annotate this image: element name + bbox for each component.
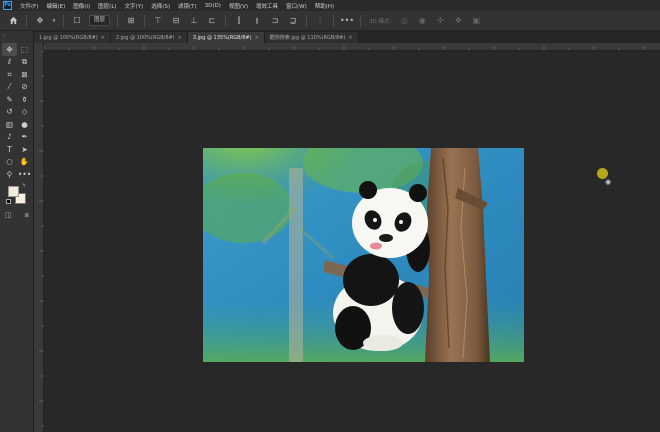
tab-label: 酷狗搜索.jpg @ 110%(RGB/8#)	[269, 35, 346, 41]
menu-image[interactable]: 图像(I)	[69, 2, 94, 10]
separator	[144, 14, 146, 27]
type-tool-icon[interactable]: T	[2, 143, 17, 156]
tab-label: 1.jpg @ 100%(RGB/8#)	[39, 34, 98, 41]
tools-grid: ✥ ⬚ ℓ ⧉ ⌗ ⊠ ⁄ ⊘ ✎ ⚱ ↺ ◇ ▥ ● ♪ ✒ T ➤ ○ ✋ …	[2, 43, 32, 181]
tab-3-jpg[interactable]: 3.jpg @ 135%(RGB/8#) ×	[187, 32, 265, 43]
close-icon[interactable]: ×	[255, 35, 259, 41]
options-bar: ✥ ▾ ☐ 图层 ⊞ ⊤ ⊟ ⊥ ⊏ ⫿ ⫾ ⊐ ⊒ ⫶ ••• 3D 模式: …	[0, 11, 660, 31]
tab-label: 3.jpg @ 135%(RGB/8#)	[192, 34, 252, 41]
separator	[117, 14, 119, 27]
move-icon[interactable]: ✥	[33, 14, 47, 28]
healing-brush-tool-icon[interactable]: ⊘	[17, 81, 32, 94]
tab-1-jpg[interactable]: 1.jpg @ 100%(RGB/8#) ×	[34, 32, 111, 43]
gradient-tool-icon[interactable]: ▥	[2, 118, 17, 131]
menu-filter[interactable]: 滤镜(T)	[174, 2, 201, 10]
object-select-tool-icon[interactable]: ⧉	[17, 56, 32, 69]
zoom-tool-icon[interactable]: ⚲	[2, 168, 17, 181]
vertical-ruler[interactable]	[34, 43, 44, 432]
pen-tool-icon[interactable]: ✒	[17, 131, 32, 144]
menu-bar: Ps 文件(F) 编辑(E) 图像(I) 图层(L) 文字(Y) 选择(S) 滤…	[0, 0, 660, 11]
auto-select-checkbox-icon[interactable]: ☐	[70, 14, 84, 28]
tab-label: 2.jpg @ 100%(RGB/8#)	[115, 34, 175, 41]
separator	[26, 14, 27, 27]
photoshop-logo: Ps	[3, 1, 12, 10]
ruler-ticks	[39, 51, 44, 427]
separator	[333, 14, 335, 27]
auto-select-dropdown[interactable]: 图层	[89, 15, 111, 26]
swap-colors-icon[interactable]: ↰	[22, 183, 26, 189]
3d-pan-icon[interactable]: ✣	[433, 14, 447, 28]
menu-file[interactable]: 文件(F)	[16, 2, 42, 10]
menu-help[interactable]: 帮助(H)	[311, 2, 338, 10]
separator	[63, 14, 64, 27]
brush-tool-icon[interactable]: ✎	[2, 93, 17, 106]
ellipse-tool-icon[interactable]: ○	[2, 156, 17, 169]
more-tools-icon[interactable]: •••	[17, 168, 32, 181]
quick-mask-row: ◫ ⧈	[5, 211, 29, 220]
align-right-icon[interactable]: ⊒	[286, 14, 300, 28]
marquee-tool-icon[interactable]: ⬚	[17, 43, 32, 56]
cursor-eye-icon: ◉	[605, 178, 612, 186]
separator	[225, 14, 227, 27]
crop-tool-icon[interactable]: ⌗	[2, 68, 17, 81]
frame-tool-icon[interactable]: ⊠	[17, 68, 32, 81]
panda-in-tree-photo[interactable]	[203, 148, 524, 362]
close-icon[interactable]: ×	[178, 35, 182, 41]
home-icon[interactable]	[6, 14, 20, 28]
blur-tool-icon[interactable]: ●	[17, 118, 32, 131]
3d-orbit-icon[interactable]: ◎	[397, 14, 411, 28]
menu-edit[interactable]: 编辑(E)	[42, 2, 69, 10]
menu-select[interactable]: 选择(S)	[147, 2, 174, 10]
foreground-color-swatch[interactable]	[8, 186, 19, 197]
panel-grip-icon[interactable]: «	[2, 33, 32, 40]
align-middle-icon[interactable]: ⊟	[169, 14, 183, 28]
align-top-icon[interactable]: ⊤	[151, 14, 165, 28]
more-options-icon[interactable]: •••	[340, 14, 354, 28]
menu-window[interactable]: 窗口(W)	[282, 2, 311, 10]
distribute-horizontal-icon[interactable]: ⫶	[313, 14, 327, 28]
stamp-tool-icon[interactable]: ⚱	[17, 93, 32, 106]
default-colors-icon[interactable]	[6, 199, 11, 204]
eyedropper-tool-icon[interactable]: ⁄	[2, 81, 17, 94]
move-tool-icon[interactable]: ✥	[2, 43, 17, 56]
screen-mode-icon[interactable]: ⧈	[25, 211, 29, 220]
tools-panel: « ✥ ⬚ ℓ ⧉ ⌗ ⊠ ⁄ ⊘ ✎ ⚱ ↺ ◇ ▥ ● ♪ ✒ T ➤ ○ …	[0, 31, 34, 432]
distribute-left-icon[interactable]: ⫿	[232, 14, 246, 28]
horizontal-ruler[interactable]	[44, 43, 660, 51]
history-brush-tool-icon[interactable]: ↺	[2, 106, 17, 119]
hand-tool-icon[interactable]: ✋	[17, 156, 32, 169]
menu-plugins[interactable]: 增效工具	[252, 2, 282, 10]
distribute-right-icon[interactable]: ⊐	[268, 14, 282, 28]
3d-mode-label: 3D 模式:	[369, 18, 392, 25]
close-icon[interactable]: ×	[101, 35, 105, 41]
menu-type[interactable]: 文字(Y)	[121, 2, 148, 10]
document-tabs: 1.jpg @ 100%(RGB/8#) × 2.jpg @ 100%(RGB/…	[34, 31, 660, 43]
align-bottom-icon[interactable]: ⊥	[187, 14, 201, 28]
quick-mask-icon[interactable]: ◫	[5, 211, 12, 220]
chevron-down-icon[interactable]: ▾	[51, 14, 57, 28]
dodge-tool-icon[interactable]: ♪	[2, 131, 17, 144]
separator	[360, 14, 362, 27]
distribute-center-icon[interactable]: ⫾	[250, 14, 264, 28]
3d-slide-icon[interactable]: ✥	[451, 14, 465, 28]
eraser-tool-icon[interactable]: ◇	[17, 106, 32, 119]
ruler-ticks	[44, 46, 645, 50]
separator	[306, 14, 308, 27]
menu-3d[interactable]: 3D(D)	[201, 3, 225, 9]
3d-scale-icon[interactable]: ▣	[469, 14, 483, 28]
photo-artwork	[203, 148, 524, 362]
tab-2-jpg[interactable]: 2.jpg @ 100%(RGB/8#) ×	[110, 32, 188, 43]
menu-layer[interactable]: 图层(L)	[94, 2, 120, 10]
close-icon[interactable]: ×	[348, 35, 352, 41]
tab-kugou-search-jpg[interactable]: 酷狗搜索.jpg @ 110%(RGB/8#) ×	[264, 32, 359, 43]
align-left-icon[interactable]: ⊏	[205, 14, 219, 28]
path-select-tool-icon[interactable]: ➤	[17, 143, 32, 156]
3d-roll-icon[interactable]: ◉	[415, 14, 429, 28]
menu-view[interactable]: 视图(V)	[225, 2, 252, 10]
lasso-tool-icon[interactable]: ℓ	[2, 56, 17, 69]
transform-controls-icon[interactable]: ⊞	[124, 14, 138, 28]
